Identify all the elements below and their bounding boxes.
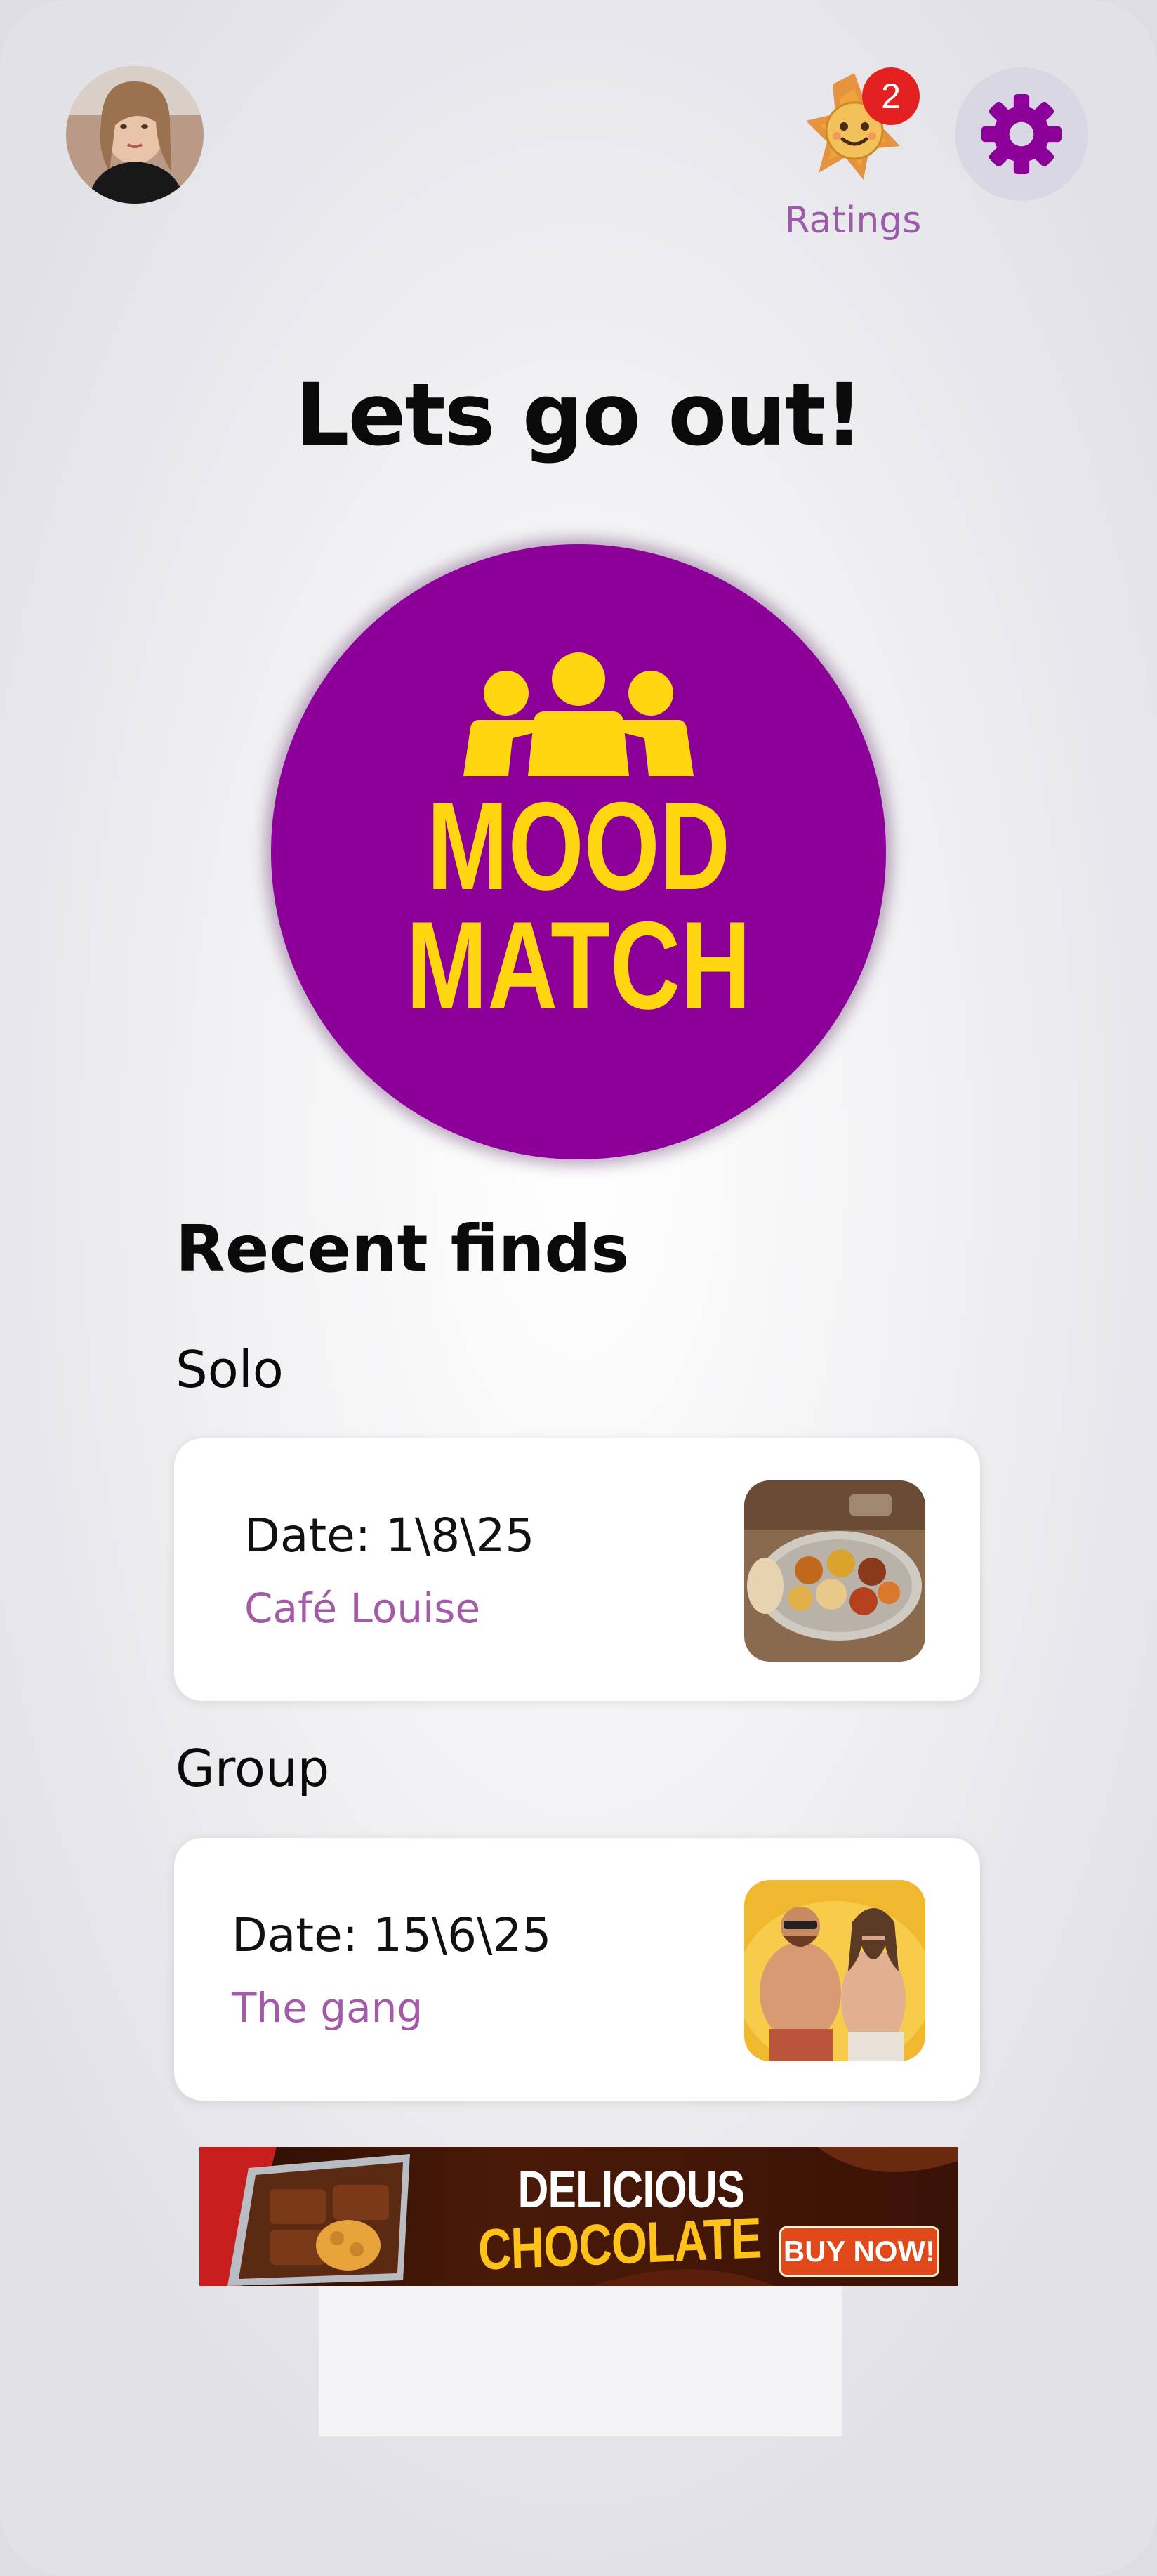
ratings-button[interactable]: 2 Ratings bbox=[765, 67, 941, 257]
solo-heading: Solo bbox=[176, 1340, 284, 1399]
food-platter-image bbox=[744, 1480, 925, 1662]
settings-button[interactable] bbox=[955, 67, 1088, 201]
recent-find-card-group[interactable]: Date: 15\6\25 The gang bbox=[174, 1838, 980, 2101]
chocolate-ad-banner[interactable]: DELICIOUS CHOCOLATE BAR! BUY NOW! bbox=[199, 2147, 958, 2286]
recent-find-card-solo[interactable]: Date: 1\8\25 Café Louise bbox=[174, 1438, 980, 1701]
ad-placeholder-area bbox=[319, 2286, 842, 2436]
group-heading: Group bbox=[176, 1739, 330, 1798]
avatar-photo-icon bbox=[66, 66, 204, 204]
buy-now-button[interactable]: BUY NOW! bbox=[779, 2226, 939, 2277]
card-place-name: Café Louise bbox=[244, 1584, 481, 1632]
page-title: Lets go out! bbox=[294, 365, 864, 465]
avatar[interactable] bbox=[66, 66, 204, 204]
logo-text-line2: MATCH bbox=[406, 895, 751, 1035]
card-date: Date: 15\6\25 bbox=[232, 1908, 552, 1962]
gear-icon bbox=[981, 93, 1062, 175]
ad-product: CHOCOLATE BAR! bbox=[477, 2206, 762, 2286]
mood-match-button[interactable]: MOOD MATCH bbox=[271, 544, 886, 1159]
app-screen: 2 Ratings Lets go out! MOOD MATCH Recent… bbox=[0, 0, 1157, 2576]
recent-finds-heading: Recent finds bbox=[176, 1211, 629, 1287]
ratings-count-badge: 2 bbox=[862, 67, 920, 125]
ratings-label: Ratings bbox=[784, 199, 922, 242]
two-men-photo bbox=[744, 1880, 925, 2061]
card-group-name: The gang bbox=[232, 1984, 423, 2032]
card-date: Date: 1\8\25 bbox=[244, 1509, 535, 1563]
logo-text-line1: MOOD bbox=[427, 776, 730, 916]
